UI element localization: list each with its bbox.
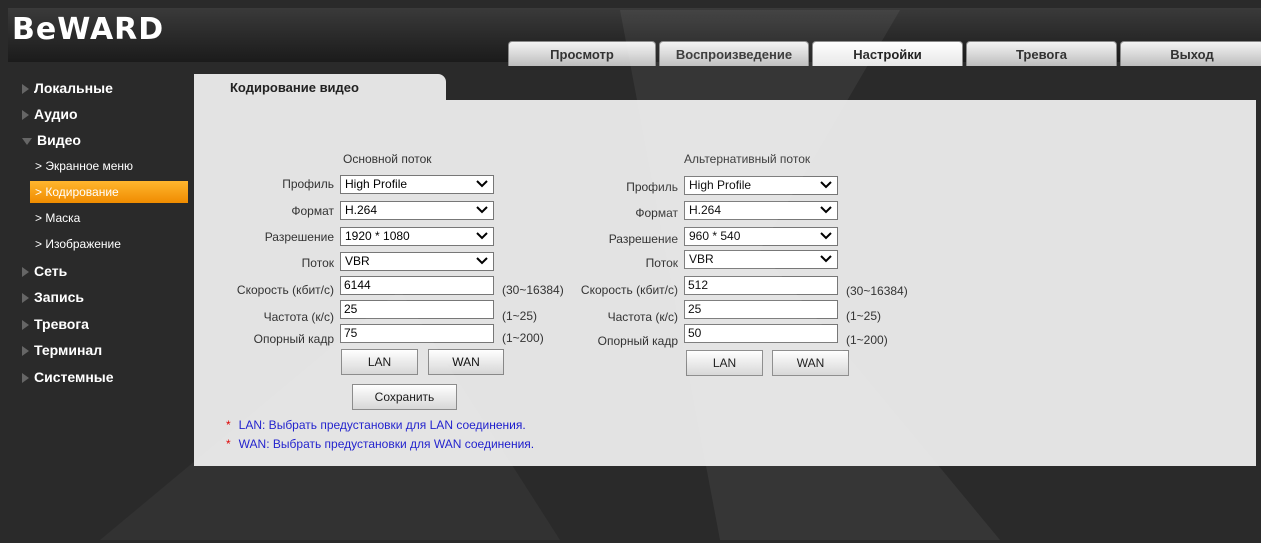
triangle-right-icon: [22, 293, 29, 304]
sidebar-item-video[interactable]: Видео: [22, 130, 81, 150]
triangle-right-icon: [22, 84, 29, 95]
main-stream-label: Поток: [301, 256, 334, 270]
main-profile-label: Профиль: [282, 177, 334, 191]
chevron-down-icon: [476, 206, 488, 214]
alt-profile-label: Профиль: [626, 180, 678, 194]
chevron-down-icon: [820, 206, 832, 214]
main-bitrate-input[interactable]: 6144: [340, 276, 494, 295]
main-framerate-input[interactable]: 25: [340, 300, 494, 319]
chevron-right-icon: >: [35, 211, 46, 225]
alt-keyframe-input[interactable]: 50: [684, 324, 838, 343]
tab-view[interactable]: Просмотр: [508, 41, 656, 66]
triangle-right-icon: [22, 373, 29, 384]
sidebar-item-alarm[interactable]: Тревога: [22, 314, 89, 334]
page-title: Кодирование видео: [230, 80, 359, 95]
sidebar-item-encoding[interactable]: > Кодирование: [30, 181, 188, 203]
save-button[interactable]: Сохранить: [352, 384, 457, 410]
chevron-down-icon: [820, 232, 832, 240]
note-marker: *: [226, 418, 231, 432]
chevron-down-icon: [820, 181, 832, 189]
triangle-right-icon: [22, 267, 29, 278]
triangle-down-icon: [22, 137, 32, 145]
main-resolution-label: Разрешение: [264, 230, 334, 244]
beward-logo: BeWARD: [12, 12, 165, 47]
content-tab[interactable]: Кодирование видео: [194, 74, 446, 101]
alt-bitrate-range: (30~16384): [846, 284, 908, 298]
chevron-down-icon: [476, 257, 488, 265]
app-window: BeWARD Просмотр Воспроизведение Настройк…: [0, 0, 1261, 543]
sidebar-item-local[interactable]: Локальные: [22, 78, 113, 98]
tab-exit[interactable]: Выход: [1120, 41, 1261, 66]
triangle-right-icon: [22, 110, 29, 121]
chevron-down-icon: [476, 232, 488, 240]
chevron-down-icon: [476, 180, 488, 188]
alt-bitrate-label: Скорость (кбит/с): [580, 283, 678, 297]
sidebar-item-osd[interactable]: > Экранное меню: [30, 155, 188, 177]
alt-keyframe-label: Опорный кадр: [597, 334, 678, 348]
alt-framerate-input[interactable]: 25: [684, 300, 838, 319]
sidebar-item-image[interactable]: > Изображение: [30, 233, 188, 255]
alt-resolution-label: Разрешение: [608, 232, 678, 246]
alt-framerate-label: Частота (к/с): [607, 310, 678, 324]
lan-note: * LAN: Выбрать предустановки для LAN соед…: [226, 418, 526, 432]
main-format-label: Формат: [291, 204, 334, 218]
main-framerate-range: (1~25): [502, 309, 538, 323]
alt-stream-select[interactable]: VBR: [684, 250, 838, 269]
alt-stream-title: Альтернативный поток: [684, 152, 811, 166]
chevron-down-icon: [820, 255, 832, 263]
main-keyframe-input[interactable]: 75: [340, 324, 494, 343]
header-bar: BeWARD Просмотр Воспроизведение Настройк…: [8, 8, 1261, 66]
main-keyframe-range: (1~200): [502, 331, 544, 345]
main-wan-button[interactable]: WAN: [428, 349, 504, 375]
alt-bitrate-input[interactable]: 512: [684, 276, 838, 295]
triangle-right-icon: [22, 320, 29, 331]
alt-framerate-range: (1~25): [846, 309, 882, 323]
chevron-right-icon: >: [35, 237, 46, 251]
triangle-right-icon: [22, 346, 29, 357]
alt-wan-button[interactable]: WAN: [772, 350, 849, 376]
alt-resolution-select[interactable]: 960 * 540: [684, 227, 838, 246]
alt-lan-button[interactable]: LAN: [686, 350, 763, 376]
alt-keyframe-range: (1~200): [846, 333, 888, 347]
sidebar-item-record[interactable]: Запись: [22, 287, 84, 307]
sidebar-item-terminal[interactable]: Терминал: [22, 340, 102, 360]
main-profile-select[interactable]: High Profile: [340, 175, 494, 194]
tab-alarm[interactable]: Тревога: [966, 41, 1117, 66]
note-marker: *: [226, 437, 231, 451]
main-stream-title: Основной поток: [343, 152, 432, 166]
sidebar-item-network[interactable]: Сеть: [22, 261, 67, 281]
alt-stream-label: Поток: [645, 256, 678, 270]
main-bitrate-label: Скорость (кбит/с): [236, 283, 334, 297]
tab-playback[interactable]: Воспроизведение: [659, 41, 809, 66]
alt-format-select[interactable]: H.264: [684, 201, 838, 220]
alt-profile-select[interactable]: High Profile: [684, 176, 838, 195]
sidebar-item-system[interactable]: Системные: [22, 367, 114, 387]
sidebar-item-audio[interactable]: Аудио: [22, 104, 78, 124]
tab-settings[interactable]: Настройки: [812, 41, 963, 66]
main-framerate-label: Частота (к/с): [263, 310, 334, 324]
main-lan-button[interactable]: LAN: [341, 349, 418, 375]
main-resolution-select[interactable]: 1920 * 1080: [340, 227, 494, 246]
chevron-right-icon: >: [35, 159, 46, 173]
main-format-select[interactable]: H.264: [340, 201, 494, 220]
main-keyframe-label: Опорный кадр: [253, 332, 334, 346]
wan-note: * WAN: Выбрать предустановки для WAN соед…: [226, 437, 535, 451]
main-stream-select[interactable]: VBR: [340, 252, 494, 271]
alt-format-label: Формат: [635, 206, 678, 220]
sidebar-item-mask[interactable]: > Маска: [30, 207, 188, 229]
chevron-right-icon: >: [35, 185, 46, 199]
